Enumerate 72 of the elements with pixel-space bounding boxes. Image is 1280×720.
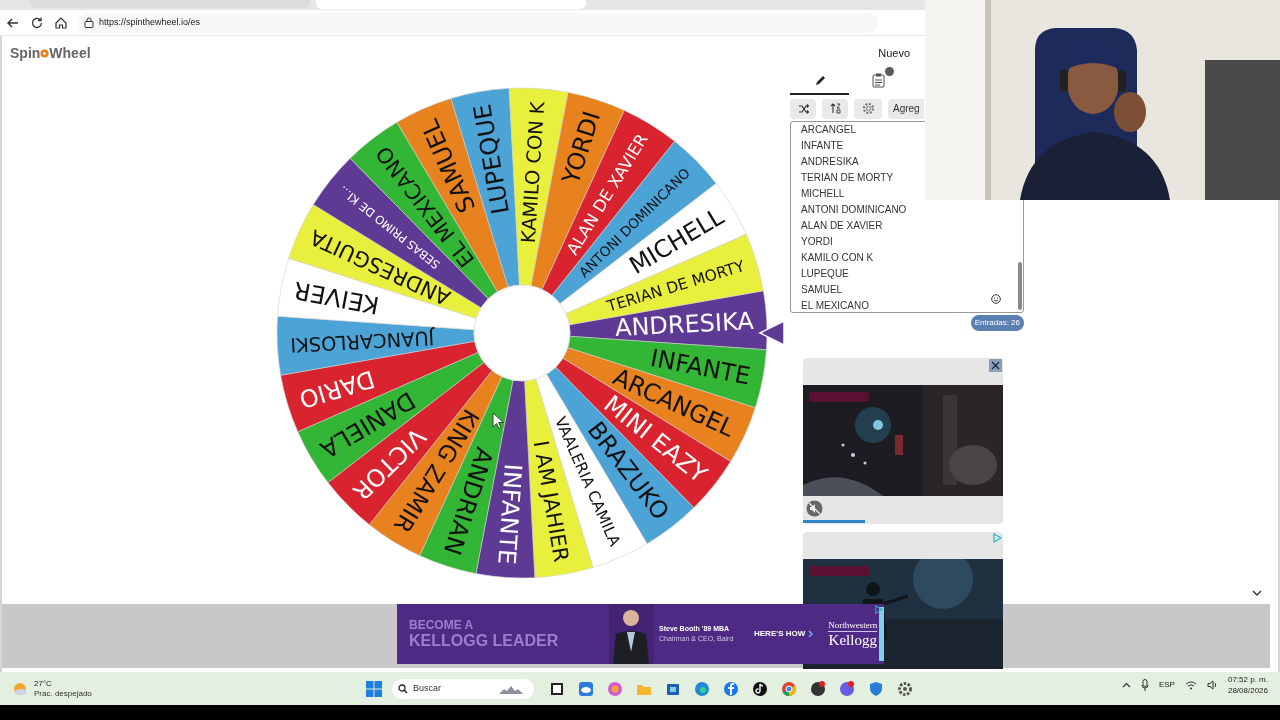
weather-text: Prac. despejado (34, 688, 92, 699)
badge-icon (885, 67, 894, 76)
speaker-icon[interactable] (1206, 680, 1218, 690)
store-icon[interactable] (665, 681, 681, 697)
clock-date[interactable]: 28/08/2026 (1227, 685, 1268, 696)
entry-text: LUPEQUE (801, 266, 849, 281)
sort-button[interactable] (822, 98, 848, 119)
shuffle-button[interactable] (790, 98, 816, 119)
entry-text: ANDRESIKA (801, 154, 859, 169)
emoji-icon[interactable] (991, 293, 1001, 304)
task-view-icon[interactable] (549, 681, 565, 697)
entry-text: SAMUEL (801, 282, 843, 297)
entry-text: ARCANGEL (801, 122, 856, 137)
shield-icon[interactable] (868, 681, 884, 697)
facebook-icon[interactable] (723, 681, 739, 697)
temperature: 27°C (34, 678, 53, 689)
entry-text: YORDI (801, 234, 833, 249)
search-icon (398, 684, 408, 694)
entry-text: ALAN DE XAVIER (801, 218, 883, 233)
wheel-label: INFANTE (492, 462, 527, 566)
cloud-app-icon[interactable] (578, 681, 594, 697)
logo[interactable]: Spin Wheel (10, 43, 100, 64)
shuffle-icon (797, 103, 809, 114)
caret-up-icon[interactable] (1121, 682, 1131, 688)
music-note-icon[interactable] (752, 681, 768, 697)
close-button[interactable] (989, 358, 1002, 372)
wifi-icon[interactable] (1184, 680, 1197, 690)
wheel-label: YORDI (556, 107, 607, 188)
reload-icon[interactable] (30, 15, 44, 30)
wheel-label: JUANCARLOSKI (289, 326, 435, 357)
entry-text: EL MEXICANO (801, 298, 869, 313)
start-icon[interactable] (366, 681, 382, 697)
clipboard-icon (872, 73, 885, 88)
banner-headline: BECOME A (409, 618, 475, 632)
wheel-hub[interactable] (473, 284, 571, 382)
entry-text: KAMILO CON K (801, 250, 874, 265)
wheel-label: KAMILO CON K (516, 100, 550, 244)
chevron-down-icon[interactable] (1252, 590, 1262, 597)
pointer-icon (758, 319, 785, 347)
pencil-icon (813, 74, 826, 87)
mute-icon[interactable] (806, 499, 823, 517)
settings-button[interactable] (854, 98, 882, 119)
entry-text: TERIAN DE MORTY (801, 170, 894, 185)
lock-icon (84, 17, 94, 28)
chrome-icon[interactable] (781, 681, 797, 697)
search-field[interactable]: Buscar (392, 679, 534, 699)
address-bar[interactable]: https://spinthewheel.io/es (78, 12, 878, 33)
microphone-icon[interactable] (1140, 679, 1149, 691)
entry-text: MICHELL (801, 186, 845, 201)
cursor-icon (492, 412, 504, 429)
settings-icon[interactable] (897, 681, 913, 697)
chat-icon[interactable] (839, 681, 855, 697)
add-button[interactable]: Agreg (888, 98, 924, 119)
banner-edge (879, 607, 884, 661)
settings-icon (861, 102, 875, 115)
browser-icon[interactable] (694, 681, 710, 697)
banner-headline: KELLOGG LEADER (409, 632, 560, 650)
banner-link[interactable]: HERE'S HOW (754, 628, 806, 640)
home-icon[interactable] (54, 15, 68, 30)
new-button[interactable]: Nuevo (876, 45, 912, 62)
app-icon[interactable] (810, 681, 826, 697)
brand-logo: Kellogg (828, 631, 877, 649)
chevron-right-icon (808, 630, 815, 638)
sort-icon (829, 103, 841, 114)
entry-text: ANTONI DOMINICANO (801, 202, 907, 217)
language-indicator[interactable]: ESP (1158, 679, 1175, 691)
brand-name: Northwestern (828, 619, 878, 632)
clock-time[interactable]: 07:52 p. m. (1227, 674, 1268, 685)
scrollbar-thumb[interactable] (1018, 261, 1022, 310)
ad-choices-icon[interactable] (874, 605, 883, 614)
entry-count: Entradas: 26 (970, 314, 1024, 331)
entry-text: INFANTE (801, 138, 844, 153)
